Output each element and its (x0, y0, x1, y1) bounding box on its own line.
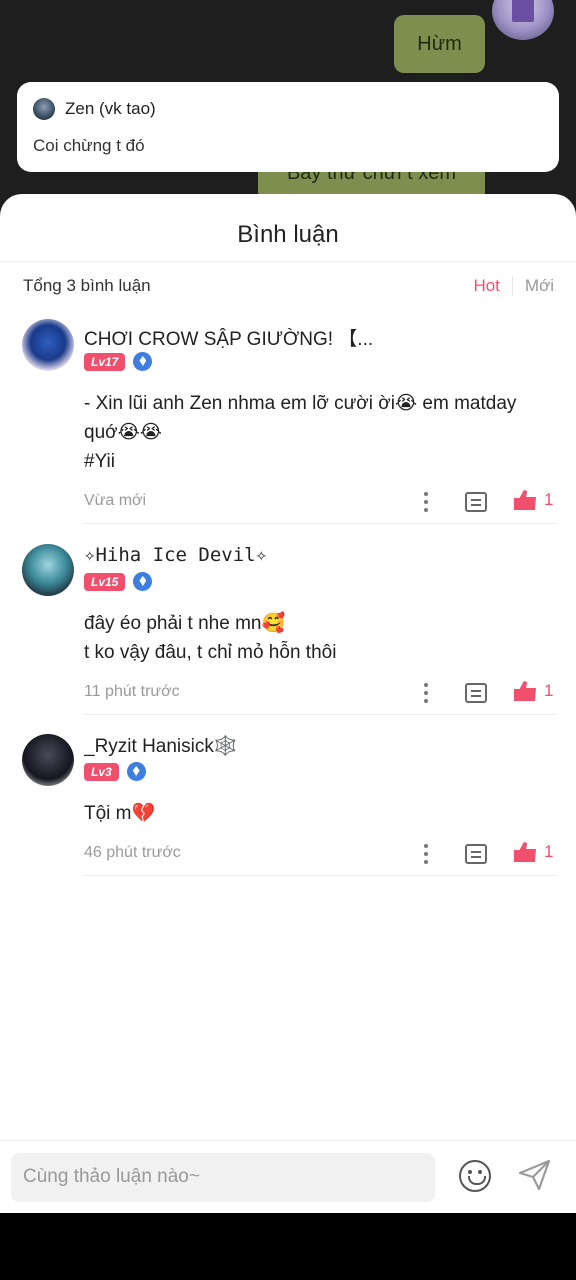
sheet-title: Bình luận (0, 194, 576, 262)
more-options-icon[interactable] (423, 844, 429, 866)
send-icon[interactable] (518, 1159, 551, 1191)
like-count: 1 (544, 490, 554, 509)
avatar[interactable] (22, 319, 74, 371)
level-badge: Lv3 (84, 762, 119, 781)
diamond-icon (133, 352, 153, 371)
avatar[interactable] (22, 734, 74, 786)
more-options-icon[interactable] (423, 492, 429, 514)
thumbs-up-icon (514, 681, 536, 701)
notification-avatar (33, 98, 55, 120)
level-badge: Lv15 (84, 572, 126, 591)
comment-input-bar: Cùng thảo luận nào~ (0, 1140, 576, 1213)
comment-text: đây éo phải t nhe mn🥰 t ko vậy đâu, t ch… (84, 613, 337, 663)
notification-message: Coi chừng t đó (33, 136, 145, 155)
avatar[interactable] (22, 544, 74, 596)
emoji-icon[interactable] (459, 1160, 491, 1192)
chat-bubble[interactable]: Hừm (394, 15, 485, 73)
comment-count: Tổng 3 bình luận (23, 276, 151, 295)
sort-hot-tab[interactable]: Hot (473, 276, 513, 296)
comment-author[interactable]: _Ryzit Hanisick🕸️ (84, 734, 556, 760)
comment-text: Tội m💔 (84, 803, 156, 824)
like-count: 1 (544, 681, 554, 700)
like-count: 1 (544, 842, 554, 861)
comment-time: 46 phút trước (84, 844, 181, 861)
comments-summary: Tổng 3 bình luận Hot Mới (0, 262, 576, 310)
like-button[interactable]: 1 (514, 490, 553, 510)
sort-tabs: Hot Mới (473, 276, 554, 296)
comment-author[interactable]: ✧Hiha Ice Devil✧ (84, 544, 556, 570)
sort-new-tab[interactable]: Mới (513, 276, 554, 296)
thumbs-up-icon (514, 842, 536, 862)
reply-icon[interactable] (465, 844, 487, 864)
comment-author[interactable]: CHƠI CROW SẬP GIƯỜNG! 【... (84, 324, 556, 350)
level-badge: Lv17 (84, 352, 126, 371)
like-button[interactable]: 1 (514, 681, 553, 701)
reply-icon[interactable] (465, 492, 487, 512)
diamond-icon (126, 762, 146, 781)
notification-sender: Zen (vk tao) (65, 99, 156, 118)
diamond-icon (133, 572, 153, 591)
thumbs-up-icon (514, 490, 536, 510)
like-button[interactable]: 1 (514, 842, 553, 862)
comment-time: Vừa mới (84, 492, 147, 509)
comment-input[interactable]: Cùng thảo luận nào~ (11, 1153, 435, 1202)
system-nav-area (0, 1213, 576, 1280)
comment-text: - Xin lũi anh Zen nhma em lỡ cười ời😭 em… (84, 393, 517, 472)
more-options-icon[interactable] (423, 683, 429, 705)
comments-sheet: Bình luận Tổng 3 bình luận Hot Mới CHƠI … (0, 194, 576, 1213)
reply-icon[interactable] (465, 683, 487, 703)
comment-time: 11 phút trước (84, 683, 180, 700)
notification-banner[interactable]: Zen (vk tao) Coi chừng t đó (17, 82, 559, 172)
